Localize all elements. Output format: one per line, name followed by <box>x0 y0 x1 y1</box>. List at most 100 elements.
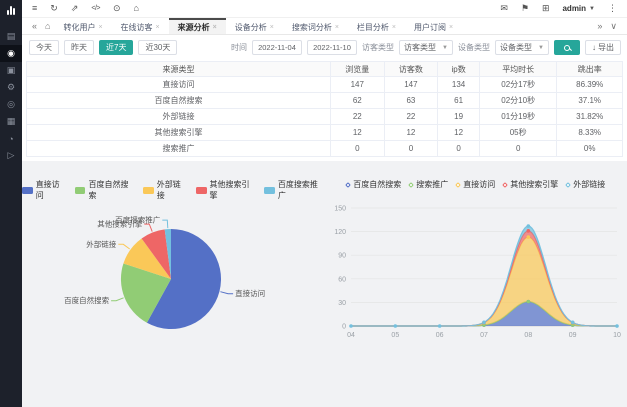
collapse-tabs-icon[interactable]: « <box>28 18 41 34</box>
home-tab-icon[interactable]: ⌂ <box>41 18 54 34</box>
tab-user-subscription[interactable]: 用户订阅× <box>405 18 462 34</box>
expand-tabs-icon[interactable]: » <box>593 18 606 34</box>
grid-icon[interactable]: ▦ <box>0 113 22 130</box>
export-button[interactable]: ↓ 导出 <box>585 40 621 55</box>
pie-chart-panel: 直接访问 百度自然搜索 外部链接 其他搜索引擎 百度搜索推广 直接访问百度自然搜… <box>22 161 325 407</box>
legend-swatch <box>264 187 275 194</box>
pie-label: 外部链接 <box>87 239 117 249</box>
report-icon[interactable]: ▣ <box>0 62 22 79</box>
filter-bar: 今天 昨天 近7天 近30天 时间 2022-11-04 2022-11-10 … <box>22 35 627 60</box>
area-chart: 030609012015004050607080910 <box>325 198 627 348</box>
search-button[interactable] <box>554 40 580 55</box>
svg-text:10: 10 <box>613 332 621 339</box>
device-type-label: 设备类型 <box>458 42 490 53</box>
legend-item[interactable]: 搜索推广 <box>409 179 448 190</box>
device-type-select[interactable]: 设备类型 ▼ <box>495 40 549 55</box>
svg-text:09: 09 <box>569 332 577 339</box>
area-chart-panel: 百度自然搜索 搜索推广 直接访问 其他搜索引擎 外部链接 03060901201… <box>325 161 627 407</box>
app-window: ▤ ◉ ▣ ⚙ ◎ ▦ ◔ ▷ ≡ ↻ ⇗ </> ⊙ ⌂ ✉ ⚑ ⊞ admi… <box>0 0 627 407</box>
legend-item[interactable]: 直接访问 <box>456 179 495 190</box>
send-icon[interactable]: ▷ <box>0 147 22 164</box>
legend-marker <box>502 182 508 188</box>
visitor-type-label: 访客类型 <box>362 42 394 53</box>
svg-text:120: 120 <box>334 229 346 236</box>
legend-item[interactable]: 直接访问 <box>22 179 67 201</box>
tab-online-visitors[interactable]: 在线访客× <box>112 18 169 34</box>
legend-marker <box>565 182 571 188</box>
tab-source-analysis[interactable]: 来源分析× <box>169 18 226 34</box>
code-icon[interactable]: </> <box>91 5 100 12</box>
tab-close-icon[interactable]: × <box>213 24 217 31</box>
time-label: 时间 <box>231 42 247 53</box>
download-icon: ↓ <box>592 43 596 52</box>
menu-icon[interactable]: ≡ <box>32 4 37 13</box>
tab-close-icon[interactable]: × <box>270 24 274 31</box>
legend-item[interactable]: 百度搜索推广 <box>264 179 324 201</box>
date-from-input[interactable]: 2022-11-04 <box>252 40 302 55</box>
tab-close-icon[interactable]: × <box>335 24 339 31</box>
tabbar-spacer <box>462 18 593 34</box>
svg-text:06: 06 <box>436 332 444 339</box>
tab-column-analysis[interactable]: 栏目分析× <box>348 18 405 34</box>
table-row: 直接访问14714713402分17秒86.39% <box>27 77 623 93</box>
dashboard-icon[interactable]: ▤ <box>0 28 22 45</box>
legend-marker <box>345 182 351 188</box>
source-table: 来源类型 浏览量 访客数 ip数 平均时长 跳出率 直接访问1471471340… <box>26 61 623 157</box>
user-icon[interactable]: ◔ <box>0 130 22 147</box>
date-to-input[interactable]: 2022-11-10 <box>307 40 357 55</box>
visitor-type-select[interactable]: 访客类型 ▼ <box>399 40 453 55</box>
tab-device-analysis[interactable]: 设备分析× <box>226 18 283 34</box>
col-source-type: 来源类型 <box>27 62 331 77</box>
svg-text:60: 60 <box>338 276 346 283</box>
col-pageviews: 浏览量 <box>330 62 384 77</box>
share-icon[interactable]: ⇗ <box>71 4 79 13</box>
tab-close-icon[interactable]: × <box>449 24 453 31</box>
main-area: ≡ ↻ ⇗ </> ⊙ ⌂ ✉ ⚑ ⊞ admin ▼ ⋮ « ⌂ 转化用户× … <box>22 0 627 407</box>
pie-label: 百度自然搜索 <box>64 295 109 305</box>
legend-item[interactable]: 外部链接 <box>566 179 605 190</box>
legend-item[interactable]: 其他搜索引擎 <box>196 179 256 201</box>
pie-chart: 直接访问百度自然搜索外部链接其他搜索引擎百度搜索推广 <box>23 201 323 369</box>
tab-bar: « ⌂ 转化用户× 在线访客× 来源分析× 设备分析× 搜索词分析× 栏目分析×… <box>22 18 627 35</box>
fullscreen-icon[interactable]: ⊞ <box>542 4 550 13</box>
col-bounce-rate: 跳出率 <box>557 62 623 77</box>
svg-text:07: 07 <box>480 332 488 339</box>
filter-today-button[interactable]: 今天 <box>29 40 59 55</box>
filter-30days-button[interactable]: 近30天 <box>138 40 177 55</box>
home-icon[interactable]: ⌂ <box>134 4 139 13</box>
visitor-analysis-icon[interactable]: ◉ <box>0 45 22 62</box>
legend-item[interactable]: 外部链接 <box>143 179 188 201</box>
monitor-icon[interactable]: ◎ <box>0 96 22 113</box>
svg-text:0: 0 <box>342 324 346 331</box>
tab-options-icon[interactable]: ∨ <box>606 18 621 34</box>
legend-item[interactable]: 百度自然搜索 <box>75 179 135 201</box>
legend-marker <box>408 182 414 188</box>
pie-legend: 直接访问 百度自然搜索 外部链接 其他搜索引擎 百度搜索推广 <box>22 179 325 201</box>
search-icon <box>564 45 570 51</box>
legend-item[interactable]: 其他搜索引擎 <box>503 179 558 190</box>
app-logo-icon[interactable] <box>0 0 22 20</box>
more-options-icon[interactable]: ⋮ <box>608 4 617 13</box>
filter-yesterday-button[interactable]: 昨天 <box>64 40 94 55</box>
tab-conversion-users[interactable]: 转化用户× <box>54 18 111 34</box>
legend-item[interactable]: 百度自然搜索 <box>346 179 401 190</box>
gear-icon[interactable]: ⚙ <box>0 79 22 96</box>
tab-keyword-analysis[interactable]: 搜索词分析× <box>283 18 348 34</box>
area-legend: 百度自然搜索 搜索推广 直接访问 其他搜索引擎 外部链接 <box>346 179 605 190</box>
refresh-icon[interactable]: ↻ <box>50 4 58 13</box>
tab-close-icon[interactable]: × <box>156 24 160 31</box>
sync-icon[interactable]: ⊙ <box>113 4 121 13</box>
table-row: 搜索推广00000% <box>27 141 623 157</box>
message-icon[interactable]: ✉ <box>500 4 508 13</box>
tag-icon[interactable]: ⚑ <box>521 4 529 13</box>
legend-swatch <box>196 187 207 194</box>
legend-swatch <box>22 187 33 194</box>
col-visitors: 访客数 <box>384 62 438 77</box>
svg-text:08: 08 <box>524 332 532 339</box>
table-row: 百度自然搜索62636102分10秒37.1% <box>27 93 623 109</box>
tab-close-icon[interactable]: × <box>392 24 396 31</box>
tab-close-icon[interactable]: × <box>98 24 102 31</box>
user-menu[interactable]: admin ▼ <box>562 4 595 13</box>
filter-7days-button[interactable]: 近7天 <box>99 40 133 55</box>
table-header-row: 来源类型 浏览量 访客数 ip数 平均时长 跳出率 <box>27 62 623 77</box>
